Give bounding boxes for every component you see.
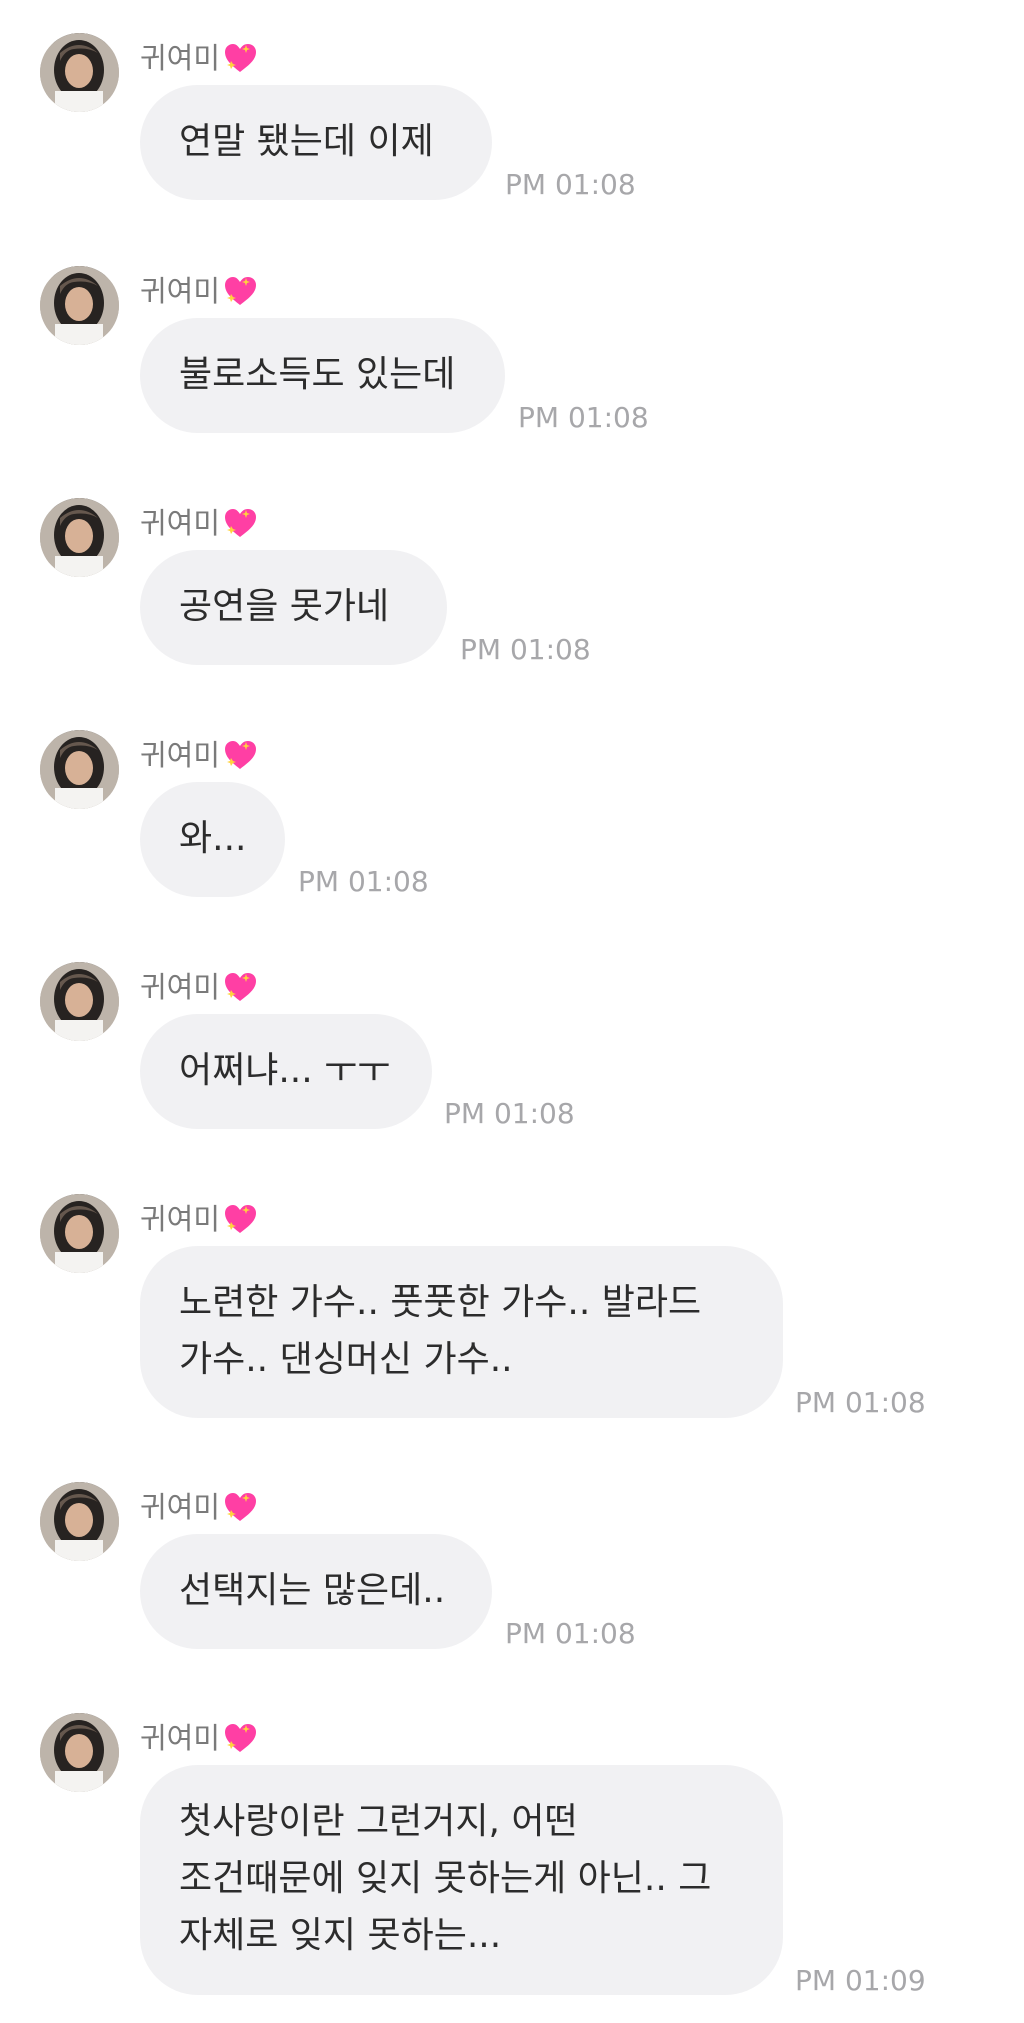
avatar[interactable] — [40, 266, 119, 345]
message-bubble[interactable]: 어쩌냐... ㅜㅜ — [140, 1014, 432, 1129]
sender-label: 귀여미 — [140, 1201, 221, 1236]
sender-name: 귀여미 — [140, 272, 259, 310]
avatar[interactable] — [40, 962, 119, 1041]
sender-name: 귀여미 — [140, 1200, 259, 1238]
avatar[interactable] — [40, 730, 119, 809]
message-time: PM 01:08 — [298, 865, 429, 898]
sparkling-heart-icon — [221, 1721, 259, 1755]
avatar[interactable] — [40, 33, 119, 112]
sender-name: 귀여미 — [140, 39, 259, 77]
sender-label: 귀여미 — [140, 1489, 221, 1524]
message-bubble[interactable]: 첫사랑이란 그런거지, 어떤 조건때문에 잊지 못하는게 아닌.. 그 자체로 … — [140, 1765, 783, 1995]
sender-label: 귀여미 — [140, 40, 221, 75]
sparkling-heart-icon — [221, 41, 259, 75]
message-bubble[interactable]: 연말 됐는데 이제 — [140, 85, 492, 200]
message-time: PM 01:08 — [444, 1097, 575, 1130]
avatar[interactable] — [40, 1713, 119, 1792]
sender-label: 귀여미 — [140, 737, 221, 772]
chat-message-list: 귀여미 연말 됐는데 이제 PM 01:08 귀여미 불로소득도 있는데 PM … — [0, 0, 1024, 2023]
message-bubble[interactable]: 공연을 못가네 — [140, 550, 447, 665]
sender-label: 귀여미 — [140, 273, 221, 308]
message-bubble[interactable]: 선택지는 많은데.. — [140, 1534, 492, 1649]
sender-name: 귀여미 — [140, 504, 259, 542]
message-bubble[interactable]: 와... — [140, 782, 285, 897]
sparkling-heart-icon — [221, 506, 259, 540]
sender-name: 귀여미 — [140, 1719, 259, 1757]
sparkling-heart-icon — [221, 274, 259, 308]
sender-label: 귀여미 — [140, 969, 221, 1004]
sparkling-heart-icon — [221, 738, 259, 772]
sparkling-heart-icon — [221, 1490, 259, 1524]
sender-name: 귀여미 — [140, 968, 259, 1006]
message-time: PM 01:08 — [518, 401, 649, 434]
avatar[interactable] — [40, 1194, 119, 1273]
sender-name: 귀여미 — [140, 736, 259, 774]
message-time: PM 01:08 — [505, 168, 636, 201]
message-time: PM 01:09 — [795, 1964, 926, 1997]
message-time: PM 01:08 — [460, 633, 591, 666]
avatar[interactable] — [40, 498, 119, 577]
sparkling-heart-icon — [221, 970, 259, 1004]
message-bubble[interactable]: 불로소득도 있는데 — [140, 318, 505, 433]
sender-label: 귀여미 — [140, 1720, 221, 1755]
message-time: PM 01:08 — [505, 1617, 636, 1650]
sender-name: 귀여미 — [140, 1488, 259, 1526]
message-bubble[interactable]: 노련한 가수.. 풋풋한 가수.. 발라드 가수.. 댄싱머신 가수.. — [140, 1246, 783, 1418]
message-time: PM 01:08 — [795, 1386, 926, 1419]
sender-label: 귀여미 — [140, 505, 221, 540]
avatar[interactable] — [40, 1482, 119, 1561]
sparkling-heart-icon — [221, 1202, 259, 1236]
